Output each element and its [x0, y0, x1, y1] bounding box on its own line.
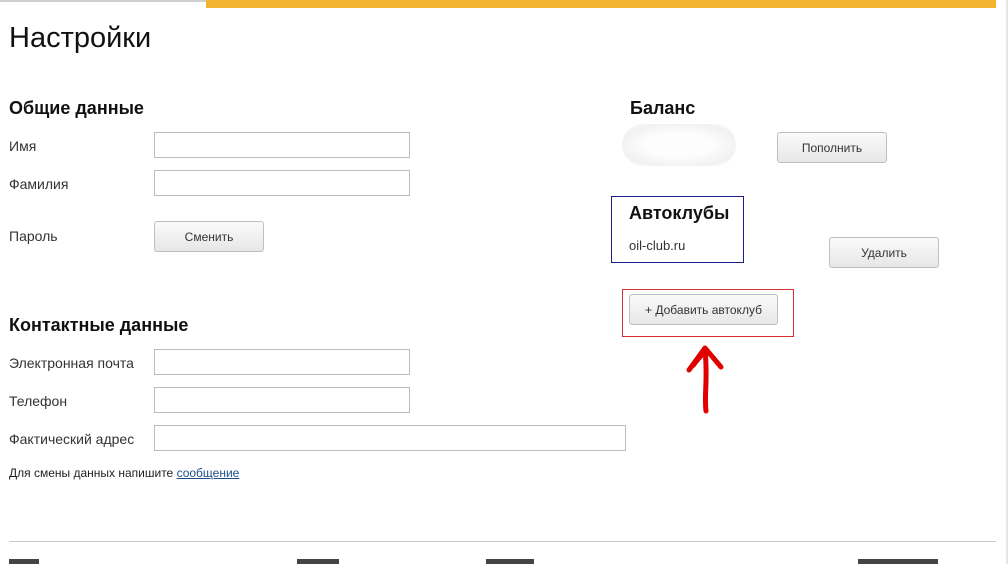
address-field[interactable] [154, 425, 626, 451]
password-label: Пароль [9, 228, 58, 244]
last-name-label: Фамилия [9, 176, 69, 192]
delete-autoclub-button[interactable]: Удалить [829, 237, 939, 268]
top-accent-bar [206, 0, 996, 8]
footer-divider [9, 541, 996, 542]
autoclub-item: oil-club.ru [629, 238, 686, 253]
change-data-note-text: Для смены данных напишите [9, 466, 177, 480]
email-field[interactable] [154, 349, 410, 375]
add-autoclub-button[interactable]: + Добавить автоклуб [629, 294, 778, 325]
up-arrow-icon [686, 345, 724, 414]
email-label: Электронная почта [9, 355, 134, 371]
footer-text-fragment [9, 559, 39, 564]
phone-field[interactable] [154, 387, 410, 413]
change-data-note: Для смены данных напишите сообщение [9, 466, 239, 480]
message-link[interactable]: сообщение [177, 466, 240, 480]
address-label: Фактический адрес [9, 431, 135, 447]
first-name-label: Имя [9, 138, 37, 154]
footer-text-fragment [297, 559, 339, 564]
last-name-field[interactable] [154, 170, 410, 196]
autoclubs-section-title: Автоклубы [629, 203, 730, 223]
balance-section-title: Баланс [630, 98, 696, 118]
phone-label: Телефон [9, 393, 68, 409]
top-frame-line [0, 0, 206, 2]
change-password-button[interactable]: Сменить [154, 221, 264, 252]
footer-text-fragment [858, 559, 938, 564]
balance-value-redacted [622, 124, 736, 166]
footer-text-fragment [486, 559, 534, 564]
general-section-title: Общие данные [9, 98, 144, 118]
page-title: Настройки [9, 22, 152, 54]
first-name-field[interactable] [154, 132, 410, 158]
topup-button[interactable]: Пополнить [777, 132, 887, 163]
contacts-section-title: Контактные данные [9, 315, 189, 335]
